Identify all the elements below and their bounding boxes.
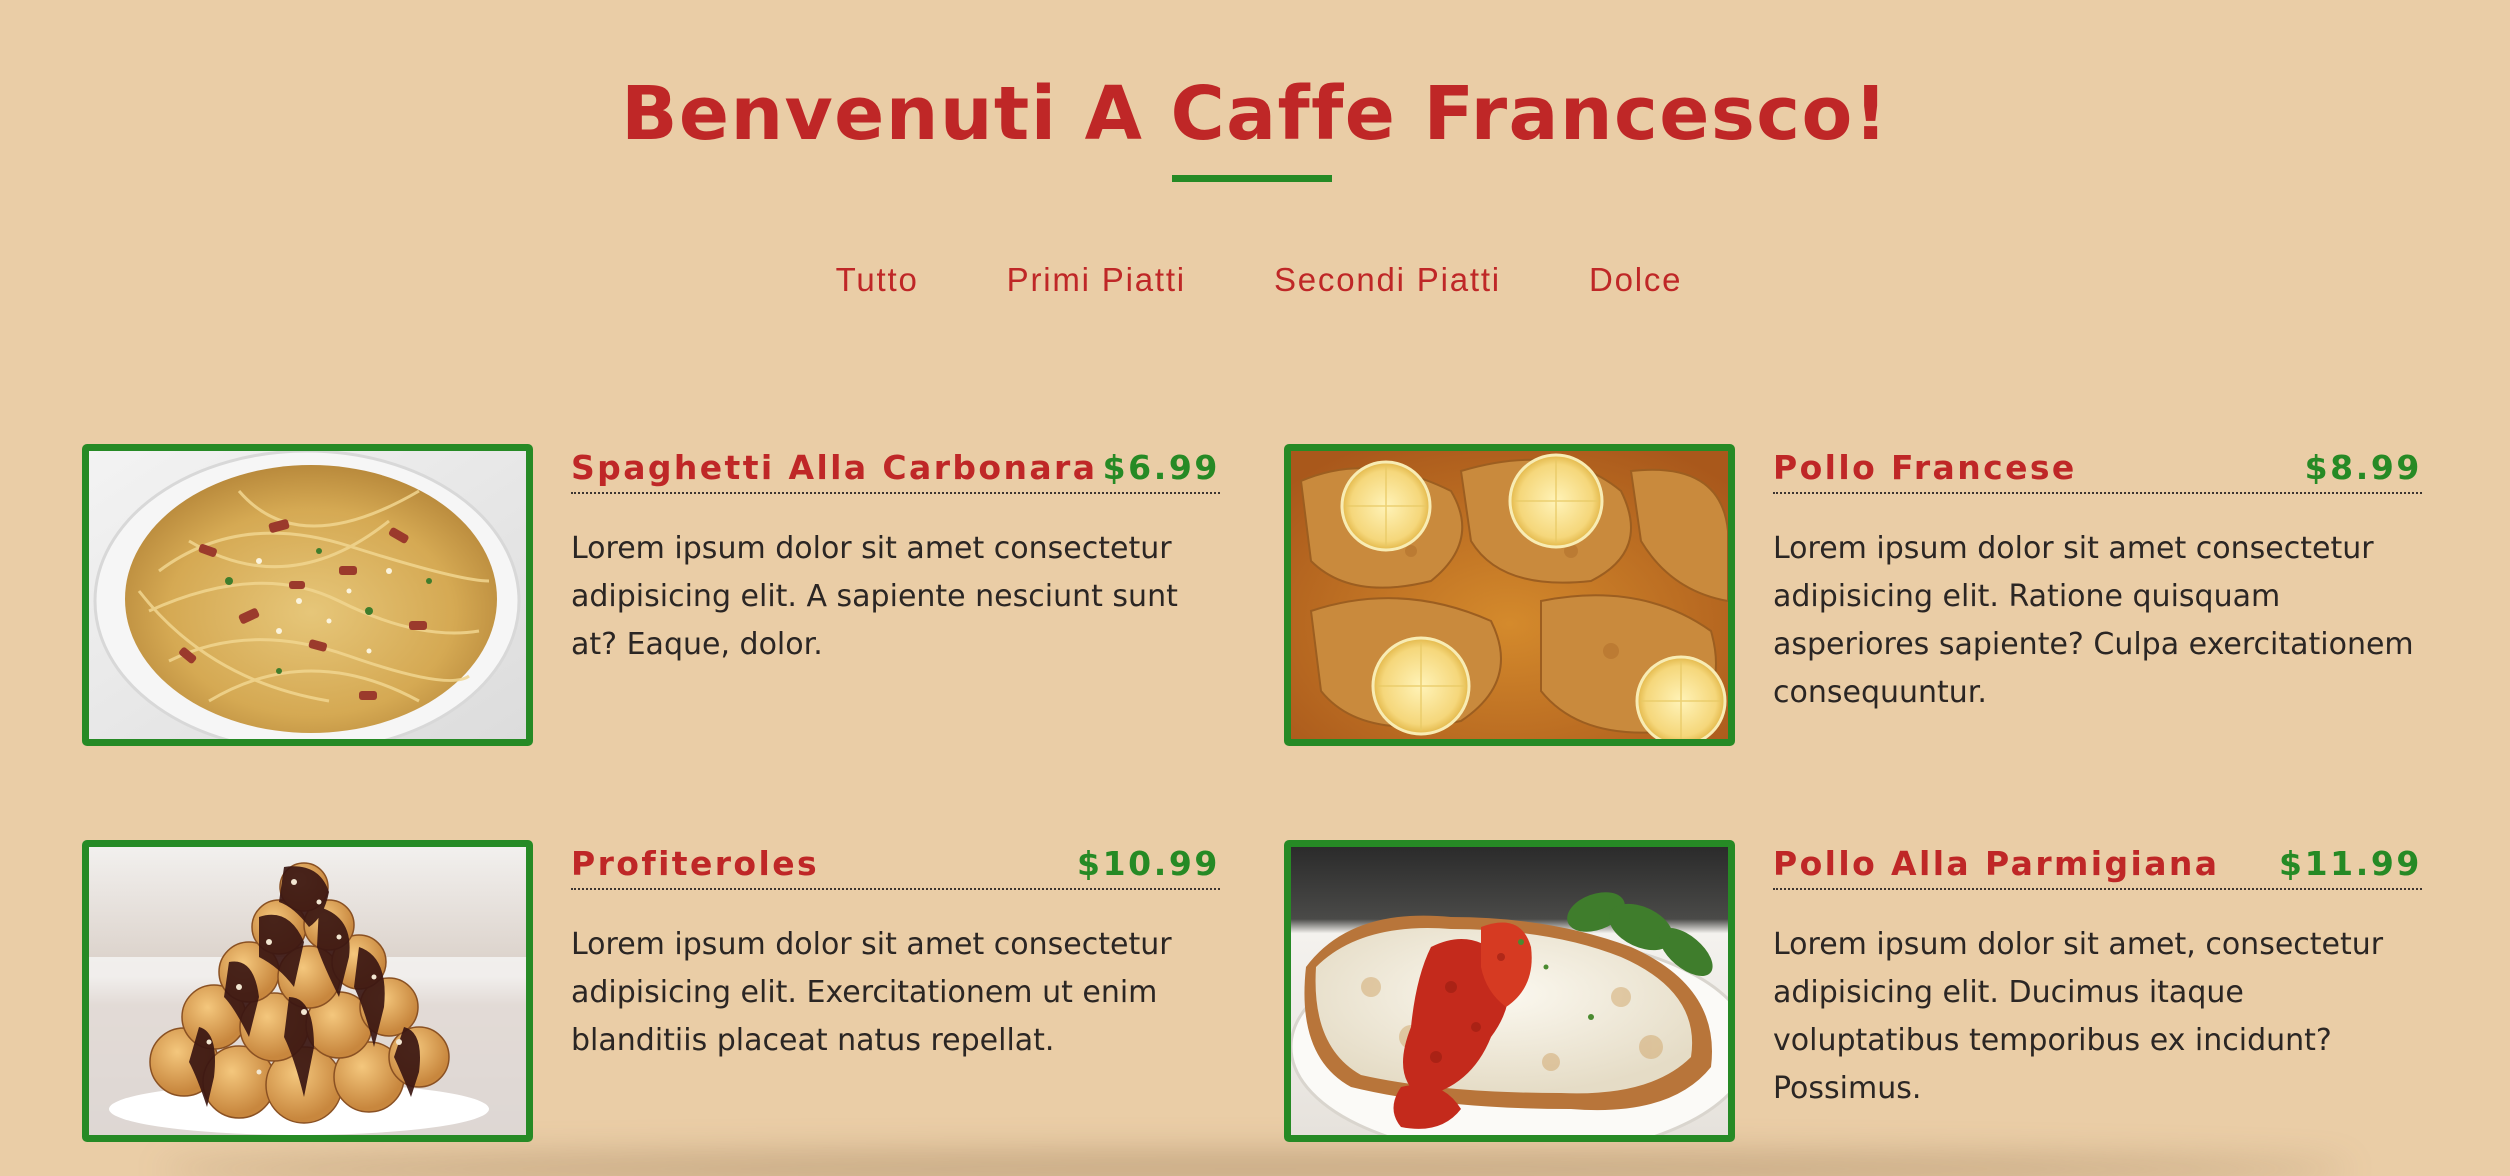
menu-item-description: Lorem ipsum dolor sit amet consectetur a… (1773, 531, 2414, 710)
menu-item-name: Spaghetti Alla Carbonara (571, 448, 1098, 487)
menu-item-description: Lorem ipsum dolor sit amet consectetur a… (571, 927, 1172, 1058)
menu-item-price: $8.99 (2304, 448, 2422, 487)
menu-item-name: Pollo Francese (1773, 448, 2077, 487)
menu-item: Spaghetti Alla Carbonara $6.99 Lorem ips… (82, 444, 1255, 746)
menu-item-details: Pollo Alla Parmigiana $11.99 Lorem ipsum… (1773, 840, 2422, 1113)
menu-item-image (1284, 444, 1735, 746)
title-underline (1172, 175, 1332, 182)
page-bottom-shadow (160, 1152, 2350, 1176)
menu-item-details: Spaghetti Alla Carbonara $6.99 Lorem ips… (571, 444, 1220, 669)
menu-item-price: $6.99 (1102, 448, 1220, 487)
menu-item-details: Profiteroles $10.99 Lorem ipsum dolor si… (571, 840, 1220, 1065)
menu-item-price: $11.99 (2279, 844, 2422, 883)
page-title: Benvenuti A Caffe Francesco! (621, 71, 1889, 157)
menu-item-details: Pollo Francese $8.99 Lorem ipsum dolor s… (1773, 444, 2422, 717)
spaghetti-carbonara-photo (89, 451, 526, 739)
menu-item: Pollo Alla Parmigiana $11.99 Lorem ipsum… (1284, 840, 2457, 1142)
menu-item-name: Profiteroles (571, 844, 820, 883)
nav-tutto[interactable]: Tutto (836, 258, 919, 302)
menu-item: Profiteroles $10.99 Lorem ipsum dolor si… (82, 840, 1255, 1142)
page-header: Benvenuti A Caffe Francesco! (0, 62, 2510, 166)
menu-item-header: Spaghetti Alla Carbonara $6.99 (571, 444, 1220, 494)
menu-item-description: Lorem ipsum dolor sit amet consectetur a… (571, 531, 1178, 662)
nav-primi-piatti[interactable]: Primi Piatti (1007, 258, 1186, 302)
menu-item-description: Lorem ipsum dolor sit amet, consectetur … (1773, 927, 2384, 1106)
nav-secondi-piatti[interactable]: Secondi Piatti (1274, 258, 1501, 302)
nav-dolce[interactable]: Dolce (1589, 258, 1682, 302)
menu-item-name: Pollo Alla Parmigiana (1773, 844, 2220, 883)
pollo-francese-photo (1291, 451, 1728, 739)
menu-item-header: Pollo Alla Parmigiana $11.99 (1773, 840, 2422, 890)
menu-item-image (82, 840, 533, 1142)
menu-item-image (82, 444, 533, 746)
menu-item: Pollo Francese $8.99 Lorem ipsum dolor s… (1284, 444, 2457, 746)
menu-item-header: Profiteroles $10.99 (571, 840, 1220, 890)
profiteroles-photo (89, 847, 526, 1135)
pollo-parmigiana-photo (1291, 847, 1728, 1135)
menu-item-header: Pollo Francese $8.99 (1773, 444, 2422, 494)
category-nav: Tutto Primi Piatti Secondi Piatti Dolce (0, 258, 2510, 302)
menu-item-image (1284, 840, 1735, 1142)
menu-item-price: $10.99 (1077, 844, 1220, 883)
